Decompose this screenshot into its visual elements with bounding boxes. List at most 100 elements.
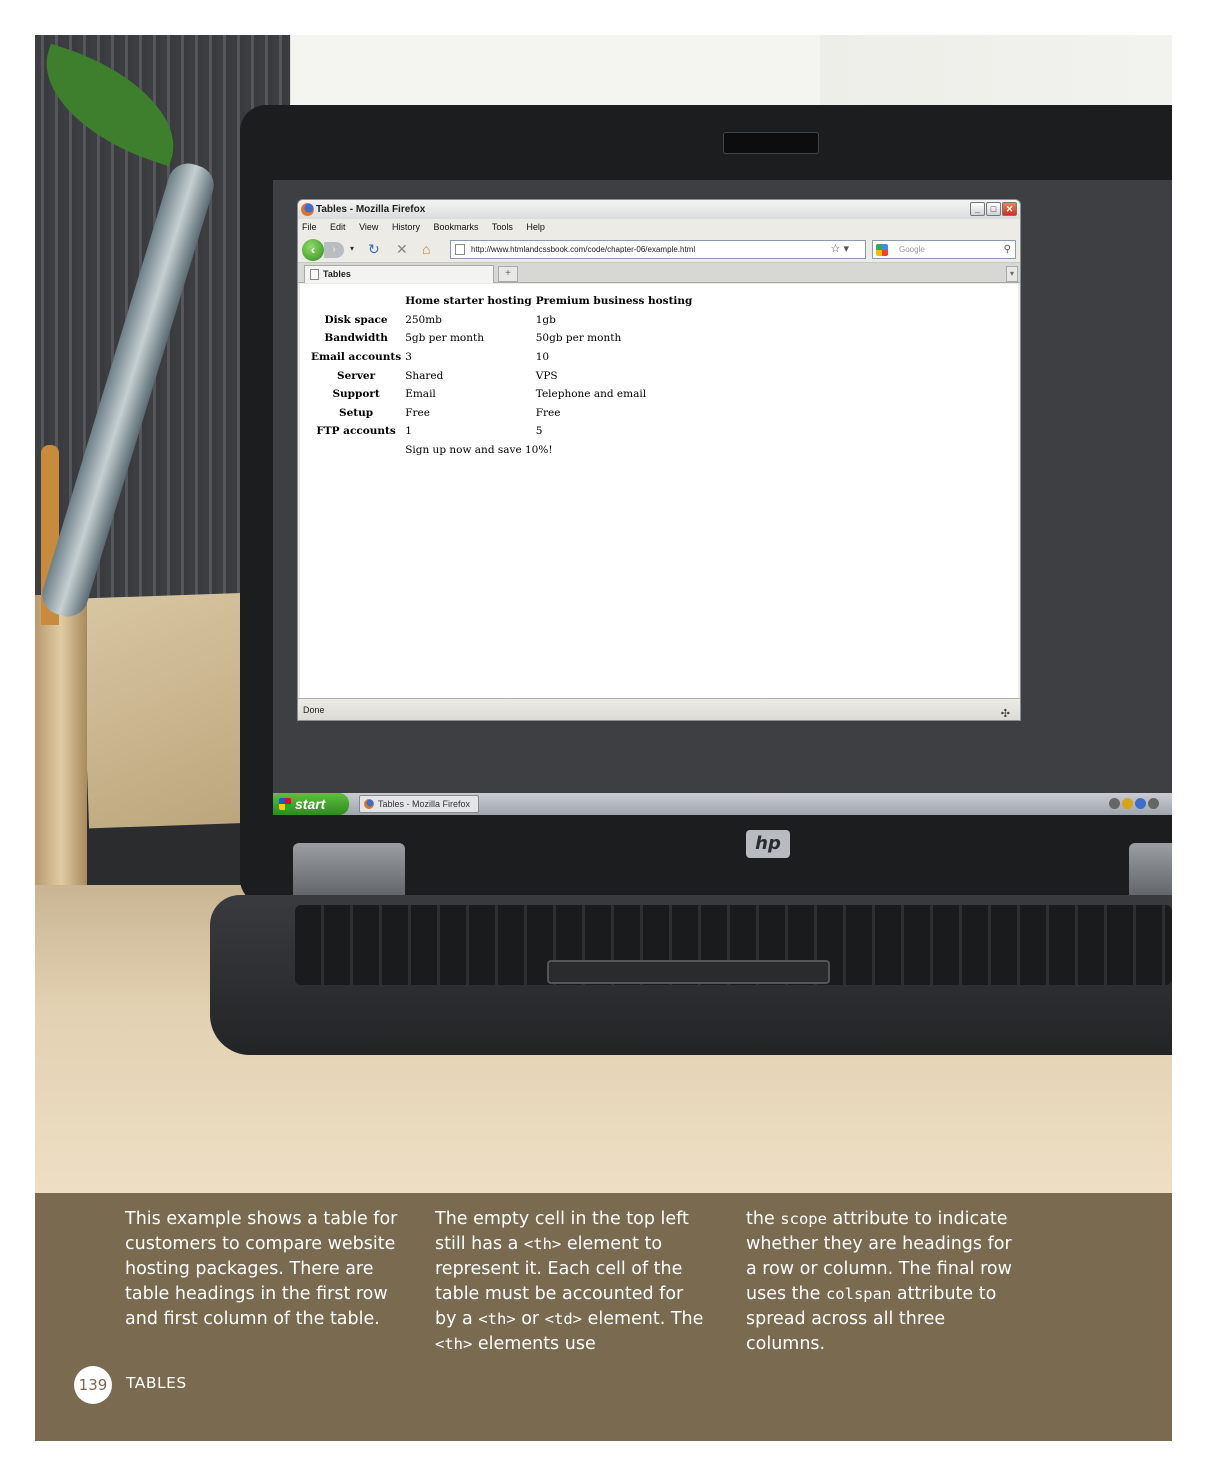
code-inline: <th>: [523, 1235, 562, 1253]
google-icon: [876, 244, 888, 256]
caption-text: element. The: [582, 1309, 704, 1329]
table-row: Setup Free Free: [310, 405, 693, 422]
forward-arrow-icon[interactable]: ›: [324, 242, 344, 258]
laptop-hinge: [293, 843, 405, 901]
table-cell: 10: [535, 351, 550, 364]
caption-column-1: This example shows a table for customers…: [125, 1209, 398, 1329]
webcam: [723, 132, 819, 154]
menu-file[interactable]: File: [302, 222, 317, 232]
row-header: Bandwidth: [324, 332, 388, 345]
laptop-hinge: [1129, 843, 1172, 901]
caption-text: elements use: [472, 1334, 596, 1354]
row-header: FTP accounts: [316, 425, 396, 438]
windows-taskbar: start Tables - Mozilla Firefox: [273, 793, 1172, 815]
table-cell: Free: [405, 406, 430, 419]
footer-cell: Sign up now and save 10%!: [405, 444, 553, 457]
minimize-icon[interactable]: _: [970, 202, 985, 216]
url-text: http://www.htmlandcssbook.com/code/chapt…: [471, 245, 696, 254]
tab-tables[interactable]: Tables: [304, 265, 494, 283]
search-placeholder: Google: [899, 245, 925, 254]
network-icon[interactable]: [1135, 798, 1146, 809]
row-header: Server: [337, 369, 376, 382]
table-row: Server Shared VPS: [310, 367, 693, 384]
stop-icon[interactable]: ✕: [396, 241, 408, 257]
row-header: Email accounts: [311, 351, 402, 364]
table-cell: Free: [535, 406, 561, 419]
row-header: Support: [332, 388, 380, 401]
tab-list-icon[interactable]: ▾: [1006, 266, 1018, 282]
table-cell: [310, 442, 402, 459]
tray-icon[interactable]: [1109, 798, 1120, 809]
code-inline: <td>: [544, 1310, 583, 1328]
resize-grip-icon[interactable]: ✣: [1001, 703, 1010, 720]
menu-edit[interactable]: Edit: [330, 222, 346, 232]
row-header: Disk space: [324, 313, 388, 326]
table-cell: Email: [405, 388, 436, 401]
navigation-toolbar: ‹ › ▾ ↻ ✕ ⌂ http://www.htmlandcssbook.co…: [298, 236, 1020, 263]
hp-logo: hp: [746, 830, 790, 858]
reload-icon[interactable]: ↻: [368, 241, 380, 257]
table-row: Support Email Telephone and email: [310, 386, 693, 403]
caption-text: or: [515, 1309, 545, 1329]
address-bar[interactable]: http://www.htmlandcssbook.com/code/chapt…: [450, 240, 866, 259]
search-icon[interactable]: ⚲: [1004, 241, 1011, 258]
table-row: Bandwidth 5gb per month 50gb per month: [310, 330, 693, 347]
touchpad-strip: [547, 960, 830, 984]
table-row: FTP accounts 1 5: [310, 423, 693, 440]
tab-label: Tables: [323, 269, 351, 279]
row-header: Setup: [339, 406, 374, 419]
window-controls: _ □ ✕: [969, 202, 1017, 221]
chapter-title: TABLES: [126, 1374, 187, 1392]
firefox-window: Tables - Mozilla Firefox _ □ ✕ File Edit V…: [297, 199, 1021, 721]
table-cell: 5gb per month: [405, 332, 484, 345]
menu-help[interactable]: Help: [526, 222, 545, 232]
table-cell: VPS: [535, 369, 558, 382]
menu-history[interactable]: History: [392, 222, 420, 232]
table-row: Home starter hosting Premium business ho…: [310, 293, 693, 310]
table-row: Disk space 250mb 1gb: [310, 312, 693, 329]
maximize-icon[interactable]: □: [986, 202, 1001, 216]
table-row: Sign up now and save 10%!: [310, 442, 693, 459]
taskbar-item-firefox[interactable]: Tables - Mozilla Firefox: [359, 795, 479, 813]
menu-view[interactable]: View: [359, 222, 378, 232]
pencil-cup: [35, 595, 87, 895]
tab-bar: Tables + ▾: [298, 263, 1020, 283]
status-bar: Done ✣: [298, 698, 1020, 720]
search-input[interactable]: Google ⚲: [872, 240, 1016, 259]
close-icon[interactable]: ✕: [1002, 202, 1017, 216]
start-label: start: [295, 796, 326, 812]
table-cell: 3: [405, 351, 412, 364]
window-titlebar[interactable]: Tables - Mozilla Firefox _ □ ✕: [298, 200, 1020, 219]
tray-icon[interactable]: [1148, 798, 1159, 809]
table-cell: 1: [405, 425, 412, 438]
table-cell: 1gb: [535, 313, 556, 326]
hosting-table: Home starter hosting Premium business ho…: [308, 291, 695, 460]
firefox-icon: [301, 203, 314, 216]
code-inline: scope: [780, 1210, 827, 1228]
shield-icon[interactable]: [1122, 798, 1133, 809]
history-dropdown-icon[interactable]: ▾: [350, 241, 354, 257]
laptop-photo: Tables - Mozilla Firefox _ □ ✕ File Edit V…: [35, 35, 1172, 1193]
home-icon[interactable]: ⌂: [422, 241, 430, 257]
caption-column-3: the scope attribute to indicate whether …: [746, 1207, 1021, 1357]
firefox-icon: [364, 799, 374, 809]
table-row: Email accounts 3 10: [310, 349, 693, 366]
caption-text: the: [746, 1209, 781, 1229]
new-tab-icon[interactable]: +: [498, 266, 518, 282]
empty-header-cell: [310, 293, 402, 310]
table-cell: Telephone and email: [535, 388, 647, 401]
start-button[interactable]: start: [273, 793, 349, 815]
back-arrow-icon[interactable]: ‹: [302, 239, 324, 261]
table-cell: 50gb per month: [535, 332, 622, 345]
table-cell: 250mb: [405, 313, 442, 326]
code-inline: colspan: [825, 1285, 892, 1303]
bookmark-star-icon[interactable]: ☆ ▾: [831, 241, 849, 258]
page-content: Home starter hosting Premium business ho…: [300, 284, 1018, 698]
status-text: Done: [303, 705, 325, 715]
table-cell: 5: [535, 425, 543, 438]
menu-tools[interactable]: Tools: [492, 222, 513, 232]
page-number: 139: [74, 1366, 112, 1404]
code-inline: <th>: [478, 1310, 516, 1328]
table-cell: Shared: [405, 369, 444, 382]
menu-bookmarks[interactable]: Bookmarks: [433, 222, 478, 232]
